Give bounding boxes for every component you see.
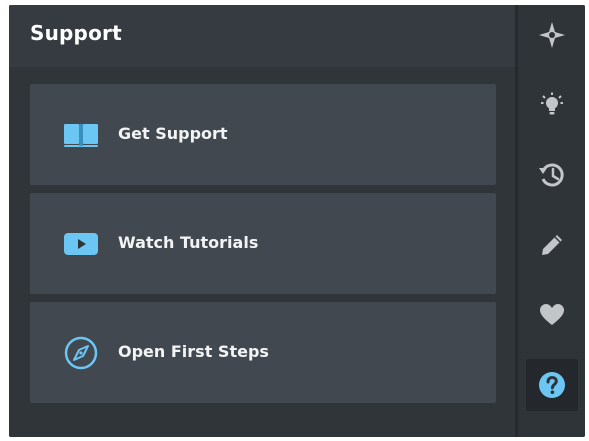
panel-title: Support bbox=[30, 21, 122, 45]
pencil-icon bbox=[542, 235, 562, 255]
panel-header: Support bbox=[9, 5, 515, 67]
sidebar-item-help[interactable] bbox=[526, 359, 578, 411]
lightbulb-icon bbox=[541, 92, 563, 115]
right-sidebar bbox=[518, 5, 585, 437]
get-support-label: Get Support bbox=[118, 124, 228, 143]
watch-tutorials-button[interactable]: Watch Tutorials bbox=[30, 193, 496, 294]
book-icon bbox=[64, 124, 98, 147]
open-first-steps-label: Open First Steps bbox=[118, 342, 269, 361]
sidebar-item-history[interactable] bbox=[526, 149, 578, 201]
compass-icon bbox=[64, 336, 98, 370]
history-icon bbox=[539, 163, 564, 187]
sparkle-icon bbox=[539, 22, 565, 48]
video-play-icon bbox=[64, 233, 98, 255]
get-support-button[interactable]: Get Support bbox=[30, 84, 496, 185]
sidebar-item-favorites[interactable] bbox=[526, 289, 578, 341]
support-window: Support Get Support Watch Tutorials Open… bbox=[9, 5, 585, 437]
sidebar-item-ideas[interactable] bbox=[526, 79, 578, 131]
open-first-steps-button[interactable]: Open First Steps bbox=[30, 302, 496, 403]
help-icon bbox=[539, 372, 565, 398]
support-panel: Support Get Support Watch Tutorials Open… bbox=[9, 5, 515, 437]
watch-tutorials-label: Watch Tutorials bbox=[118, 233, 259, 252]
sidebar-item-edit[interactable] bbox=[526, 219, 578, 271]
heart-icon bbox=[540, 304, 564, 325]
sidebar-item-sparkle[interactable] bbox=[526, 9, 578, 61]
